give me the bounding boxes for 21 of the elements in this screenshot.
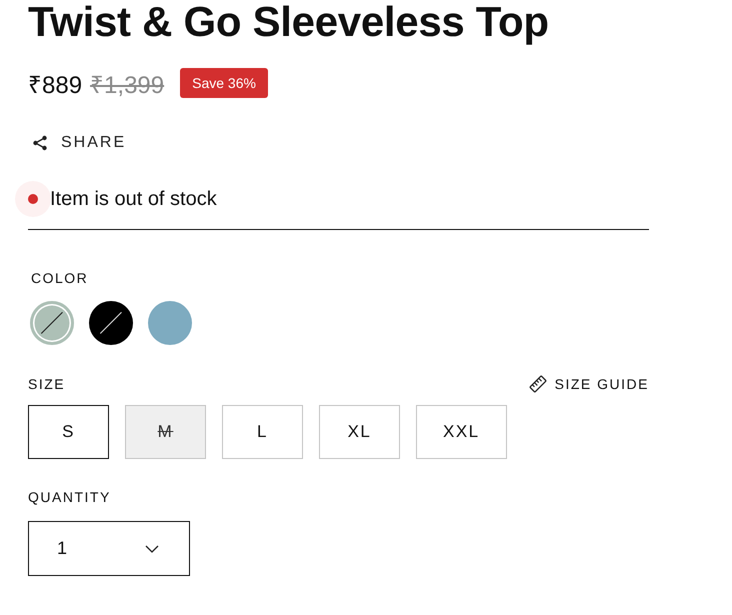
quantity-label: QUANTITY: [28, 489, 111, 506]
color-swatch[interactable]: [89, 301, 133, 345]
size-option[interactable]: S: [28, 405, 109, 459]
size-label: SIZE: [28, 376, 66, 392]
original-price: ₹1,399: [90, 70, 164, 100]
size-option[interactable]: XL: [319, 405, 400, 459]
color-swatch[interactable]: [148, 301, 192, 345]
size-option[interactable]: XXL: [416, 405, 507, 459]
color-label: COLOR: [30, 270, 88, 287]
size-option[interactable]: L: [222, 405, 303, 459]
product-title: Twist & Go Sleeveless Top: [28, 0, 549, 44]
quantity-select[interactable]: 1: [28, 521, 190, 576]
share-button[interactable]: SHARE: [28, 133, 126, 153]
size-guide-link[interactable]: SIZE GUIDE: [528, 375, 649, 393]
stock-status: Item is out of stock: [50, 188, 217, 210]
share-icon: [32, 135, 48, 151]
sale-price: ₹889: [28, 70, 82, 100]
chevron-down-icon: [145, 544, 159, 552]
ruler-icon: [528, 375, 547, 393]
color-swatch[interactable]: [30, 301, 74, 345]
discount-badge: Save 36%: [180, 68, 268, 98]
